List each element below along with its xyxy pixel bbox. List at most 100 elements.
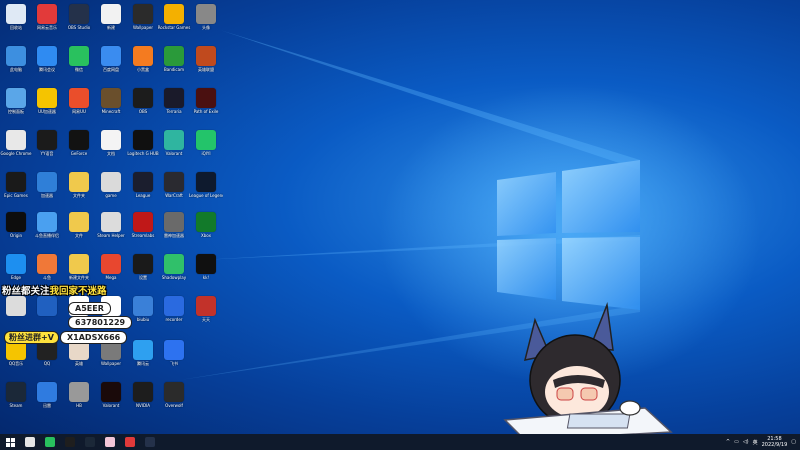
desktop-icon[interactable]: Edge [0, 254, 33, 280]
desktop-icon[interactable]: 微信 [62, 46, 96, 72]
desktop-icon[interactable]: OBS Studio [62, 4, 96, 30]
steam-icon[interactable] [80, 434, 100, 450]
desktop-icon[interactable]: Shadowplay [157, 254, 191, 280]
desktop-icon[interactable]: OBS [126, 88, 160, 114]
desktop-icon-label: 新建文件夹 [69, 275, 89, 280]
desktop-icon-image [164, 46, 184, 66]
chrome-icon[interactable] [20, 434, 40, 450]
desktop-icon[interactable]: 雷神加速器 [157, 212, 191, 238]
desktop-icon[interactable]: 头像 [189, 4, 223, 30]
desktop-icon[interactable]: Minecraft [94, 88, 128, 114]
desktop-icon[interactable]: Origin [0, 212, 33, 238]
desktop-icon[interactable]: 网易UU [62, 88, 96, 114]
desktop-icon[interactable]: 斗鱼 [30, 254, 64, 280]
clock[interactable]: 21:58 2022/9/19 [762, 436, 788, 448]
desktop-icon[interactable]: 设置 [126, 254, 160, 280]
desktop-icon[interactable]: Streamlabs [126, 212, 160, 238]
app-icon-2[interactable] [120, 434, 140, 450]
desktop-icon-image [133, 296, 153, 316]
desktop-icon[interactable]: League of Legends [189, 172, 223, 198]
desktop-icon-label: Steam [9, 403, 23, 408]
desktop-icon[interactable]: 文件夹 [62, 172, 96, 198]
network-icon[interactable]: ▭ [734, 439, 739, 445]
desktop-icon[interactable]: Logitech G HUB [126, 130, 160, 156]
desktop-icon[interactable]: Rockstar Games [157, 4, 191, 30]
obs-icon[interactable] [140, 434, 160, 450]
desktop-icon[interactable]: 加速器 [30, 172, 64, 198]
desktop-icon[interactable]: Valorant [94, 382, 128, 408]
desktop-icon-image [6, 212, 26, 232]
desktop-icon[interactable]: game [94, 172, 128, 198]
notification-icon[interactable]: ▢ [791, 439, 796, 445]
desktop-icon-label: League [135, 193, 151, 198]
desktop-icon[interactable]: Valorant [157, 130, 191, 156]
desktop-icon[interactable]: 新建 [94, 4, 128, 30]
desktop-icon[interactable]: Google Chrome [0, 130, 33, 156]
desktop-icon[interactable] [0, 296, 33, 317]
chrome-icon-image [25, 437, 35, 447]
desktop-icon-image [37, 254, 57, 274]
taskbar-pinned-apps [20, 434, 160, 450]
desktop-icon-label: 英雄联盟 [198, 67, 214, 72]
desktop-icon[interactable]: 百度网盘 [94, 46, 128, 72]
desktop-icon[interactable]: 文件 [62, 212, 96, 238]
desktop-icon-image [196, 172, 216, 192]
desktop-icon[interactable]: 小黑盒 [126, 46, 160, 72]
desktop-icon-image [196, 46, 216, 66]
app-icon[interactable] [100, 434, 120, 450]
desktop-icon[interactable]: 英雄联盟 [189, 46, 223, 72]
desktop-icon[interactable]: 飞书 [157, 340, 191, 366]
desktop-icon[interactable]: WarCraft [157, 172, 191, 198]
desktop-icon-image [101, 4, 121, 24]
desktop-icon[interactable]: Terraria [157, 88, 191, 114]
desktop-icon-image [164, 172, 184, 192]
stream-overlay: 粉丝都关注我回家不迷路 [2, 283, 137, 297]
desktop-icon[interactable]: 控制面板 [0, 88, 33, 114]
ai-app-icon[interactable] [60, 434, 80, 450]
desktop-icon[interactable]: recorder [157, 296, 191, 322]
desktop-icon[interactable]: HB [62, 382, 96, 408]
desktop-icon[interactable]: GeForce [62, 130, 96, 156]
desktop-icon[interactable]: Xbox [189, 212, 223, 238]
desktop-icon[interactable]: NVIDIA [126, 382, 160, 408]
desktop-icon[interactable]: Wallpaper [126, 4, 160, 30]
desktop-icon-label: Logitech G HUB [127, 151, 159, 156]
desktop-icon[interactable]: UU加速器 [30, 88, 64, 114]
desktop-icon[interactable]: Steam [0, 382, 33, 408]
desktop-icon-image [196, 254, 216, 274]
desktop-icon-image [37, 212, 57, 232]
wechat-icon[interactable] [40, 434, 60, 450]
desktop-icon[interactable]: Path of Exile [189, 88, 223, 114]
desktop-icon-label: kk! [202, 275, 210, 280]
desktop-icon[interactable]: 此电脑 [0, 46, 33, 72]
desktop-icon[interactable]: Mega [94, 254, 128, 280]
taskbar: ^ ▭ ◁) 英 21:58 2022/9/19 ▢ [0, 434, 800, 450]
desktop-icon[interactable]: 迅雷 [30, 382, 64, 408]
desktop-icon[interactable]: 网易云音乐 [30, 4, 64, 30]
desktop-icon[interactable]: 腾讯云 [126, 340, 160, 366]
desktop-icon[interactable]: Steam Helper [94, 212, 128, 238]
desktop-icon-label: 微信 [75, 67, 83, 72]
volume-icon[interactable]: ◁) [743, 439, 749, 445]
desktop-icon[interactable]: kk! [189, 254, 223, 280]
desktop-icon[interactable]: League [126, 172, 160, 198]
desktop-icon-label: Rockstar Games [157, 25, 191, 30]
desktop-icon[interactable]: Overwolf [157, 382, 191, 408]
desktop-icon[interactable] [30, 296, 64, 317]
windows-start-icon[interactable] [0, 434, 20, 450]
ime-icon[interactable]: 英 [753, 439, 758, 446]
desktop-icon[interactable]: YY语音 [30, 130, 64, 156]
tray-chevron-icon[interactable]: ^ [726, 439, 730, 445]
desktop-icon-label: Mega [105, 275, 117, 280]
desktop-icon[interactable]: 斗鱼直播伴侣 [30, 212, 64, 238]
desktop-icon[interactable]: Bandicam [157, 46, 191, 72]
desktop-icon-image [133, 46, 153, 66]
desktop-icon[interactable]: 回收站 [0, 4, 33, 30]
overlay-qq-number: 637801229 [68, 316, 133, 329]
desktop-icon[interactable]: Epic Games [0, 172, 33, 198]
desktop-icon[interactable]: 天天 [189, 296, 223, 322]
desktop-icon[interactable]: iQIYI [189, 130, 223, 156]
desktop-icon[interactable]: 腾讯会议 [30, 46, 64, 72]
desktop-icon[interactable]: 新建文件夹 [62, 254, 96, 280]
desktop-icon[interactable]: 文档 [94, 130, 128, 156]
